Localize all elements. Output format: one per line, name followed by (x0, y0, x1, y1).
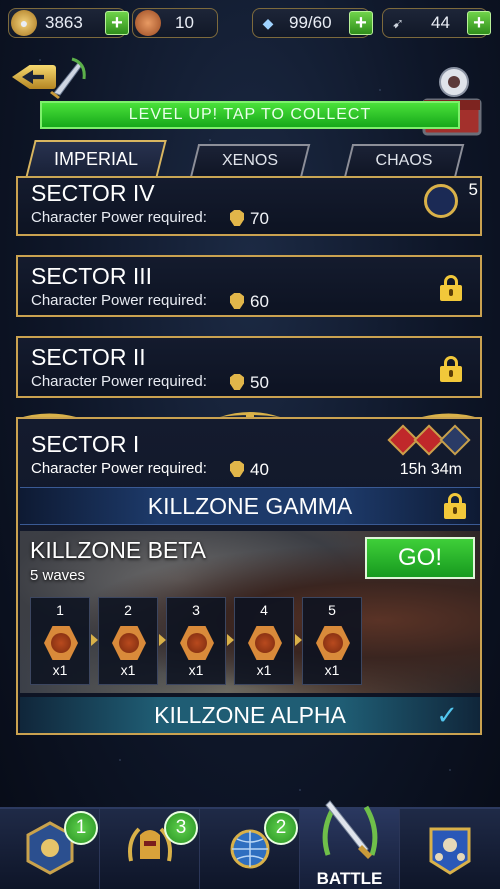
sector-i-title: SECTOR I (31, 431, 140, 457)
wave-quantity: x1 (256, 662, 272, 678)
sector-ii-row[interactable]: SECTOR II Character Power required: 50 (16, 336, 482, 398)
power-fist-icon (230, 210, 244, 226)
token-icon (135, 10, 161, 36)
guild-banner-icon (429, 827, 471, 875)
sector-rewards (387, 424, 471, 456)
gold-value: 3863 (45, 13, 83, 32)
sector-iv-title: SECTOR IV (31, 180, 155, 206)
sector-i-power: 40 (230, 460, 269, 480)
power-fist-icon (230, 461, 244, 477)
killzone-gamma-label: KILLZONE GAMMA (147, 493, 353, 519)
nav-badge: 3 (164, 811, 198, 845)
power-fist-icon (230, 293, 244, 309)
nav-tasks[interactable]: 1 (0, 809, 100, 889)
lock-icon (440, 356, 462, 382)
back-button[interactable] (12, 55, 90, 99)
team-badge-icon (424, 184, 458, 218)
sword-laurel-icon (322, 800, 378, 859)
sector-ii-requirement: Character Power required: (31, 373, 207, 390)
power-fist-icon (230, 374, 244, 390)
tab-chaos[interactable]: CHAOS (343, 144, 465, 178)
wave-number: 1 (56, 602, 64, 618)
blade-counter: ➹ 44 + (382, 8, 491, 38)
nav-characters[interactable]: 3 (100, 809, 200, 889)
tab-imperial[interactable]: IMPERIAL (25, 140, 167, 178)
sector-iii-title: SECTOR III (31, 263, 152, 289)
wave-card-3[interactable]: 3 x1 (166, 597, 226, 685)
killzone-beta-waves: 5 waves (30, 567, 86, 584)
killzone-alpha-label: KILLZONE ALPHA (154, 702, 346, 728)
team-count: 5 (468, 180, 478, 199)
blade-value: 44 (431, 13, 450, 32)
wave-number: 2 (124, 602, 132, 618)
completed-check-icon: ✓ (436, 700, 458, 730)
killzone-alpha-row[interactable]: KILLZONE ALPHA ✓ (20, 697, 480, 733)
wave-arrow-icon (227, 634, 234, 646)
killzone-gamma-row[interactable]: KILLZONE GAMMA (20, 487, 480, 525)
bottom-nav: 1 3 2 BATTLE (0, 800, 500, 889)
wave-reward-icon (44, 626, 78, 660)
wave-card-5[interactable]: 5 x1 (302, 597, 362, 685)
energy-vial-icon: ◆ (262, 14, 274, 31)
wave-reward-icon (180, 626, 214, 660)
killzone-beta-panel: KILLZONE BETA 5 waves GO! 1 x1 2 x1 3 x1… (20, 531, 480, 693)
nav-badge: 1 (64, 811, 98, 845)
sector-iii-power: 60 (230, 292, 269, 312)
sector-i-timer: 15h 34m (399, 461, 462, 478)
wave-arrow-icon (295, 634, 302, 646)
sector-iii-row[interactable]: SECTOR III Character Power required: 60 (16, 255, 482, 317)
wave-reward-icon (316, 626, 350, 660)
tab-chaos-label: CHAOS (375, 152, 433, 169)
sector-ii-title: SECTOR II (31, 344, 146, 370)
level-up-banner[interactable]: LEVEL UP! TAP TO COLLECT (40, 101, 460, 129)
token-counter: 10 (132, 8, 218, 38)
go-button[interactable]: GO! (365, 537, 475, 579)
sector-iii-requirement: Character Power required: (31, 292, 207, 309)
wave-quantity: x1 (324, 662, 340, 678)
wave-arrow-icon (91, 634, 98, 646)
add-blades-button[interactable]: + (467, 11, 491, 35)
wave-reward-icon (248, 626, 282, 660)
sword-laurel-icon (50, 57, 86, 99)
lock-icon (444, 493, 466, 519)
killzone-beta-title: KILLZONE BETA (30, 537, 206, 563)
sector-i-panel: SECTOR I Character Power required: 40 15… (16, 417, 482, 735)
wave-quantity: x1 (120, 662, 136, 678)
add-energy-button[interactable]: + (349, 11, 373, 35)
lock-icon (440, 275, 462, 301)
wave-quantity: x1 (52, 662, 68, 678)
battle-label: BATTLE (316, 869, 383, 888)
nav-campaign[interactable]: 2 (200, 809, 300, 889)
sector-iv-requirement: Character Power required: (31, 209, 207, 226)
nav-badge: 2 (264, 811, 298, 845)
tab-xenos[interactable]: XENOS (189, 144, 311, 178)
sector-i-requirement: Character Power required: (31, 460, 207, 477)
token-value: 10 (175, 13, 194, 32)
wave-number: 4 (260, 602, 268, 618)
sector-ii-power: 50 (230, 373, 269, 393)
gold-counter: ● 3863 + (8, 8, 129, 38)
nav-battle[interactable]: BATTLE (300, 800, 400, 889)
tab-imperial-label: IMPERIAL (53, 149, 139, 169)
wave-card-2[interactable]: 2 x1 (98, 597, 158, 685)
sector-iv-row[interactable]: SECTOR IV Character Power required: 70 5 (16, 178, 482, 236)
gold-coin-icon: ● (11, 10, 37, 36)
add-gold-button[interactable]: + (105, 11, 129, 35)
tab-xenos-label: XENOS (221, 152, 278, 169)
wave-card-4[interactable]: 4 x1 (234, 597, 294, 685)
wave-card-1[interactable]: 1 x1 (30, 597, 90, 685)
wave-number: 5 (328, 602, 336, 618)
resource-bar: ● 3863 + 10 ◆ 99/60 + ➹ 44 + (0, 8, 500, 40)
wave-number: 3 (192, 602, 200, 618)
faction-tabs: IMPERIAL XENOS CHAOS (0, 140, 500, 180)
energy-counter: ◆ 99/60 + (252, 8, 373, 38)
energy-value: 99/60 (289, 13, 332, 32)
nav-guild[interactable] (400, 809, 500, 889)
blade-icon: ➹ (392, 14, 404, 31)
wave-quantity: x1 (188, 662, 204, 678)
wave-reward-icon (112, 626, 146, 660)
reward-shard-icon (439, 424, 471, 456)
wave-arrow-icon (159, 634, 166, 646)
sector-iv-power: 70 (230, 209, 269, 229)
